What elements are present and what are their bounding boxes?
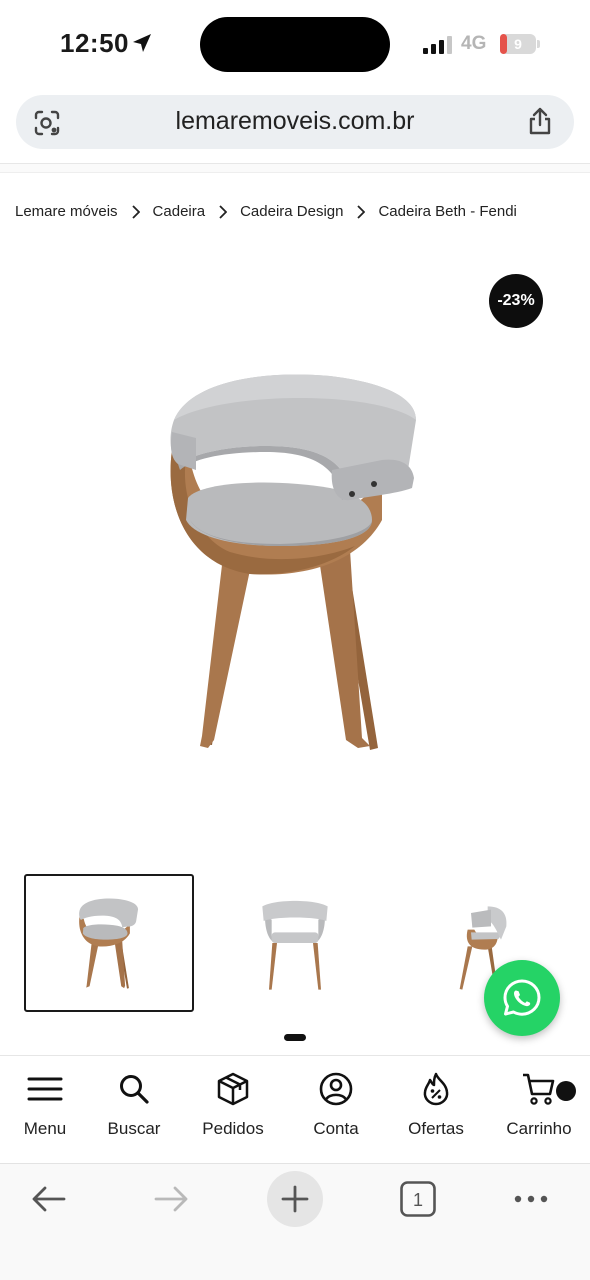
thumbnail-chair-front-image [262, 900, 328, 990]
whatsapp-button[interactable] [484, 960, 560, 1036]
forward-button[interactable] [144, 1171, 200, 1227]
tabs-button[interactable]: 1 [390, 1171, 446, 1227]
address-bar[interactable]: lemaremoveis.com.br [16, 95, 574, 149]
new-tab-button[interactable] [267, 1171, 323, 1227]
cart-badge-dot [556, 1081, 576, 1101]
plus-icon [281, 1185, 309, 1213]
more-icon [514, 1195, 548, 1203]
location-arrow-icon [133, 34, 151, 52]
back-arrow-icon [32, 1186, 66, 1212]
thumbnail-2[interactable] [210, 874, 380, 1012]
nav-carrinho-label: Carrinho [506, 1119, 572, 1138]
product-main-image[interactable] [150, 360, 440, 760]
nav-pedidos[interactable]: Pedidos [188, 1072, 278, 1139]
header-divider [0, 163, 590, 173]
network-type: 4G [461, 33, 487, 54]
store-bottom-nav: Menu Buscar Pedidos Conta Ofertas Carrin… [0, 1055, 590, 1163]
battery-percent: 9 [514, 36, 522, 52]
search-icon [120, 1075, 149, 1104]
chevron-right-icon [356, 204, 366, 219]
dynamic-island [200, 17, 390, 72]
chevron-right-icon [131, 204, 140, 219]
breadcrumb-item-current: Cadeira Beth - Fendi [378, 203, 517, 220]
more-button[interactable] [503, 1171, 559, 1227]
status-time: 12:50 [60, 28, 129, 58]
browser-toolbar: 1 [0, 1163, 590, 1280]
nav-ofertas[interactable]: Ofertas [391, 1072, 481, 1139]
nav-ofertas-label: Ofertas [408, 1119, 464, 1138]
cart-icon [523, 1073, 555, 1105]
url-text[interactable]: lemaremoveis.com.br [16, 107, 574, 136]
share-icon[interactable] [526, 106, 554, 136]
nav-conta-label: Conta [313, 1119, 359, 1138]
nav-carrinho[interactable]: Carrinho [494, 1072, 584, 1139]
breadcrumb: Lemare móveis Cadeira Cadeira Design Cad… [15, 203, 517, 220]
cellular-signal-icon [423, 36, 452, 54]
thumbnail-chair-image [79, 898, 139, 989]
nav-pedidos-label: Pedidos [202, 1119, 264, 1138]
back-button[interactable] [20, 1171, 76, 1227]
box-icon [217, 1072, 249, 1106]
forward-arrow-icon [154, 1186, 188, 1212]
breadcrumb-item-cadeira-design[interactable]: Cadeira Design [240, 203, 343, 220]
breadcrumb-item-home[interactable]: Lemare móveis [15, 203, 118, 220]
nav-conta[interactable]: Conta [291, 1072, 381, 1139]
whatsapp-icon [503, 979, 541, 1016]
menu-icon [27, 1077, 63, 1101]
tabs-icon: 1 [400, 1181, 436, 1217]
status-bar: 12:50 4G 9 [0, 0, 590, 88]
breadcrumb-item-cadeira[interactable]: Cadeira [153, 203, 206, 220]
thumbnail-1[interactable] [24, 874, 194, 1012]
chevron-right-icon [218, 204, 228, 219]
discount-badge: -23% [489, 274, 543, 328]
nav-menu-label: Menu [23, 1119, 67, 1138]
nav-buscar-label: Buscar [107, 1119, 161, 1138]
carousel-indicator [284, 1034, 306, 1041]
battery-icon: 9 [500, 34, 536, 54]
nav-buscar[interactable]: Buscar [89, 1072, 179, 1139]
tabs-count: 1 [413, 1190, 423, 1210]
battery-level [500, 34, 508, 54]
battery-cap [537, 40, 540, 48]
user-icon [319, 1072, 353, 1106]
offer-flame-icon [423, 1072, 449, 1106]
nav-menu[interactable]: Menu [0, 1072, 90, 1139]
